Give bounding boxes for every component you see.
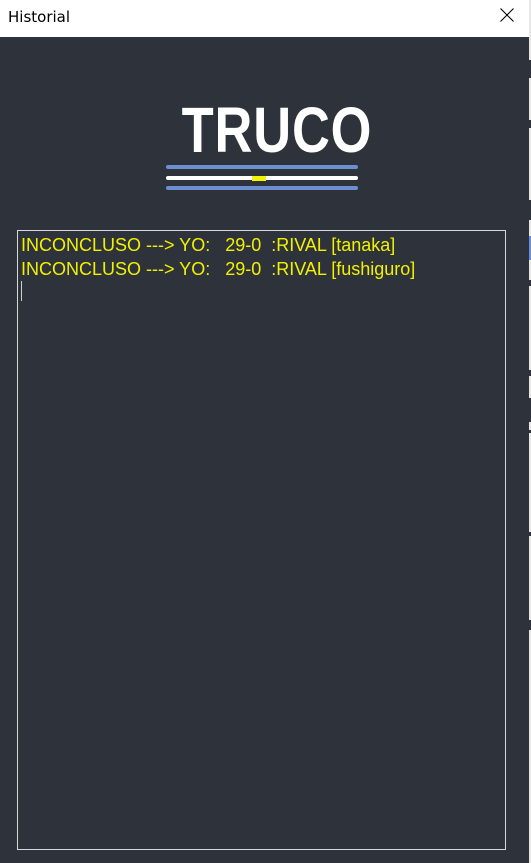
truco-logo: TRUCO — [164, 94, 373, 196]
history-entry: INCONCLUSO ---> YO: 29-0 :RIVAL [tanaka] — [21, 235, 396, 255]
history-text-area[interactable]: INCONCLUSO ---> YO: 29-0 :RIVAL [tanaka]… — [17, 230, 506, 850]
close-button[interactable] — [483, 0, 529, 31]
logo-stripe-top — [166, 165, 358, 169]
logo-text: TRUCO — [181, 94, 373, 166]
history-entry: INCONCLUSO ---> YO: 29-0 :RIVAL [fushigu… — [21, 259, 416, 279]
window-title: Historial — [8, 8, 71, 26]
text-cursor — [21, 281, 22, 301]
logo-sun — [252, 176, 266, 181]
history-window: Historial TRUCO INCONCLUSO ---> YO: 29-0… — [0, 0, 531, 863]
close-icon — [500, 8, 514, 22]
title-bar: Historial — [0, 0, 529, 37]
logo-stripe-bottom — [166, 186, 358, 190]
